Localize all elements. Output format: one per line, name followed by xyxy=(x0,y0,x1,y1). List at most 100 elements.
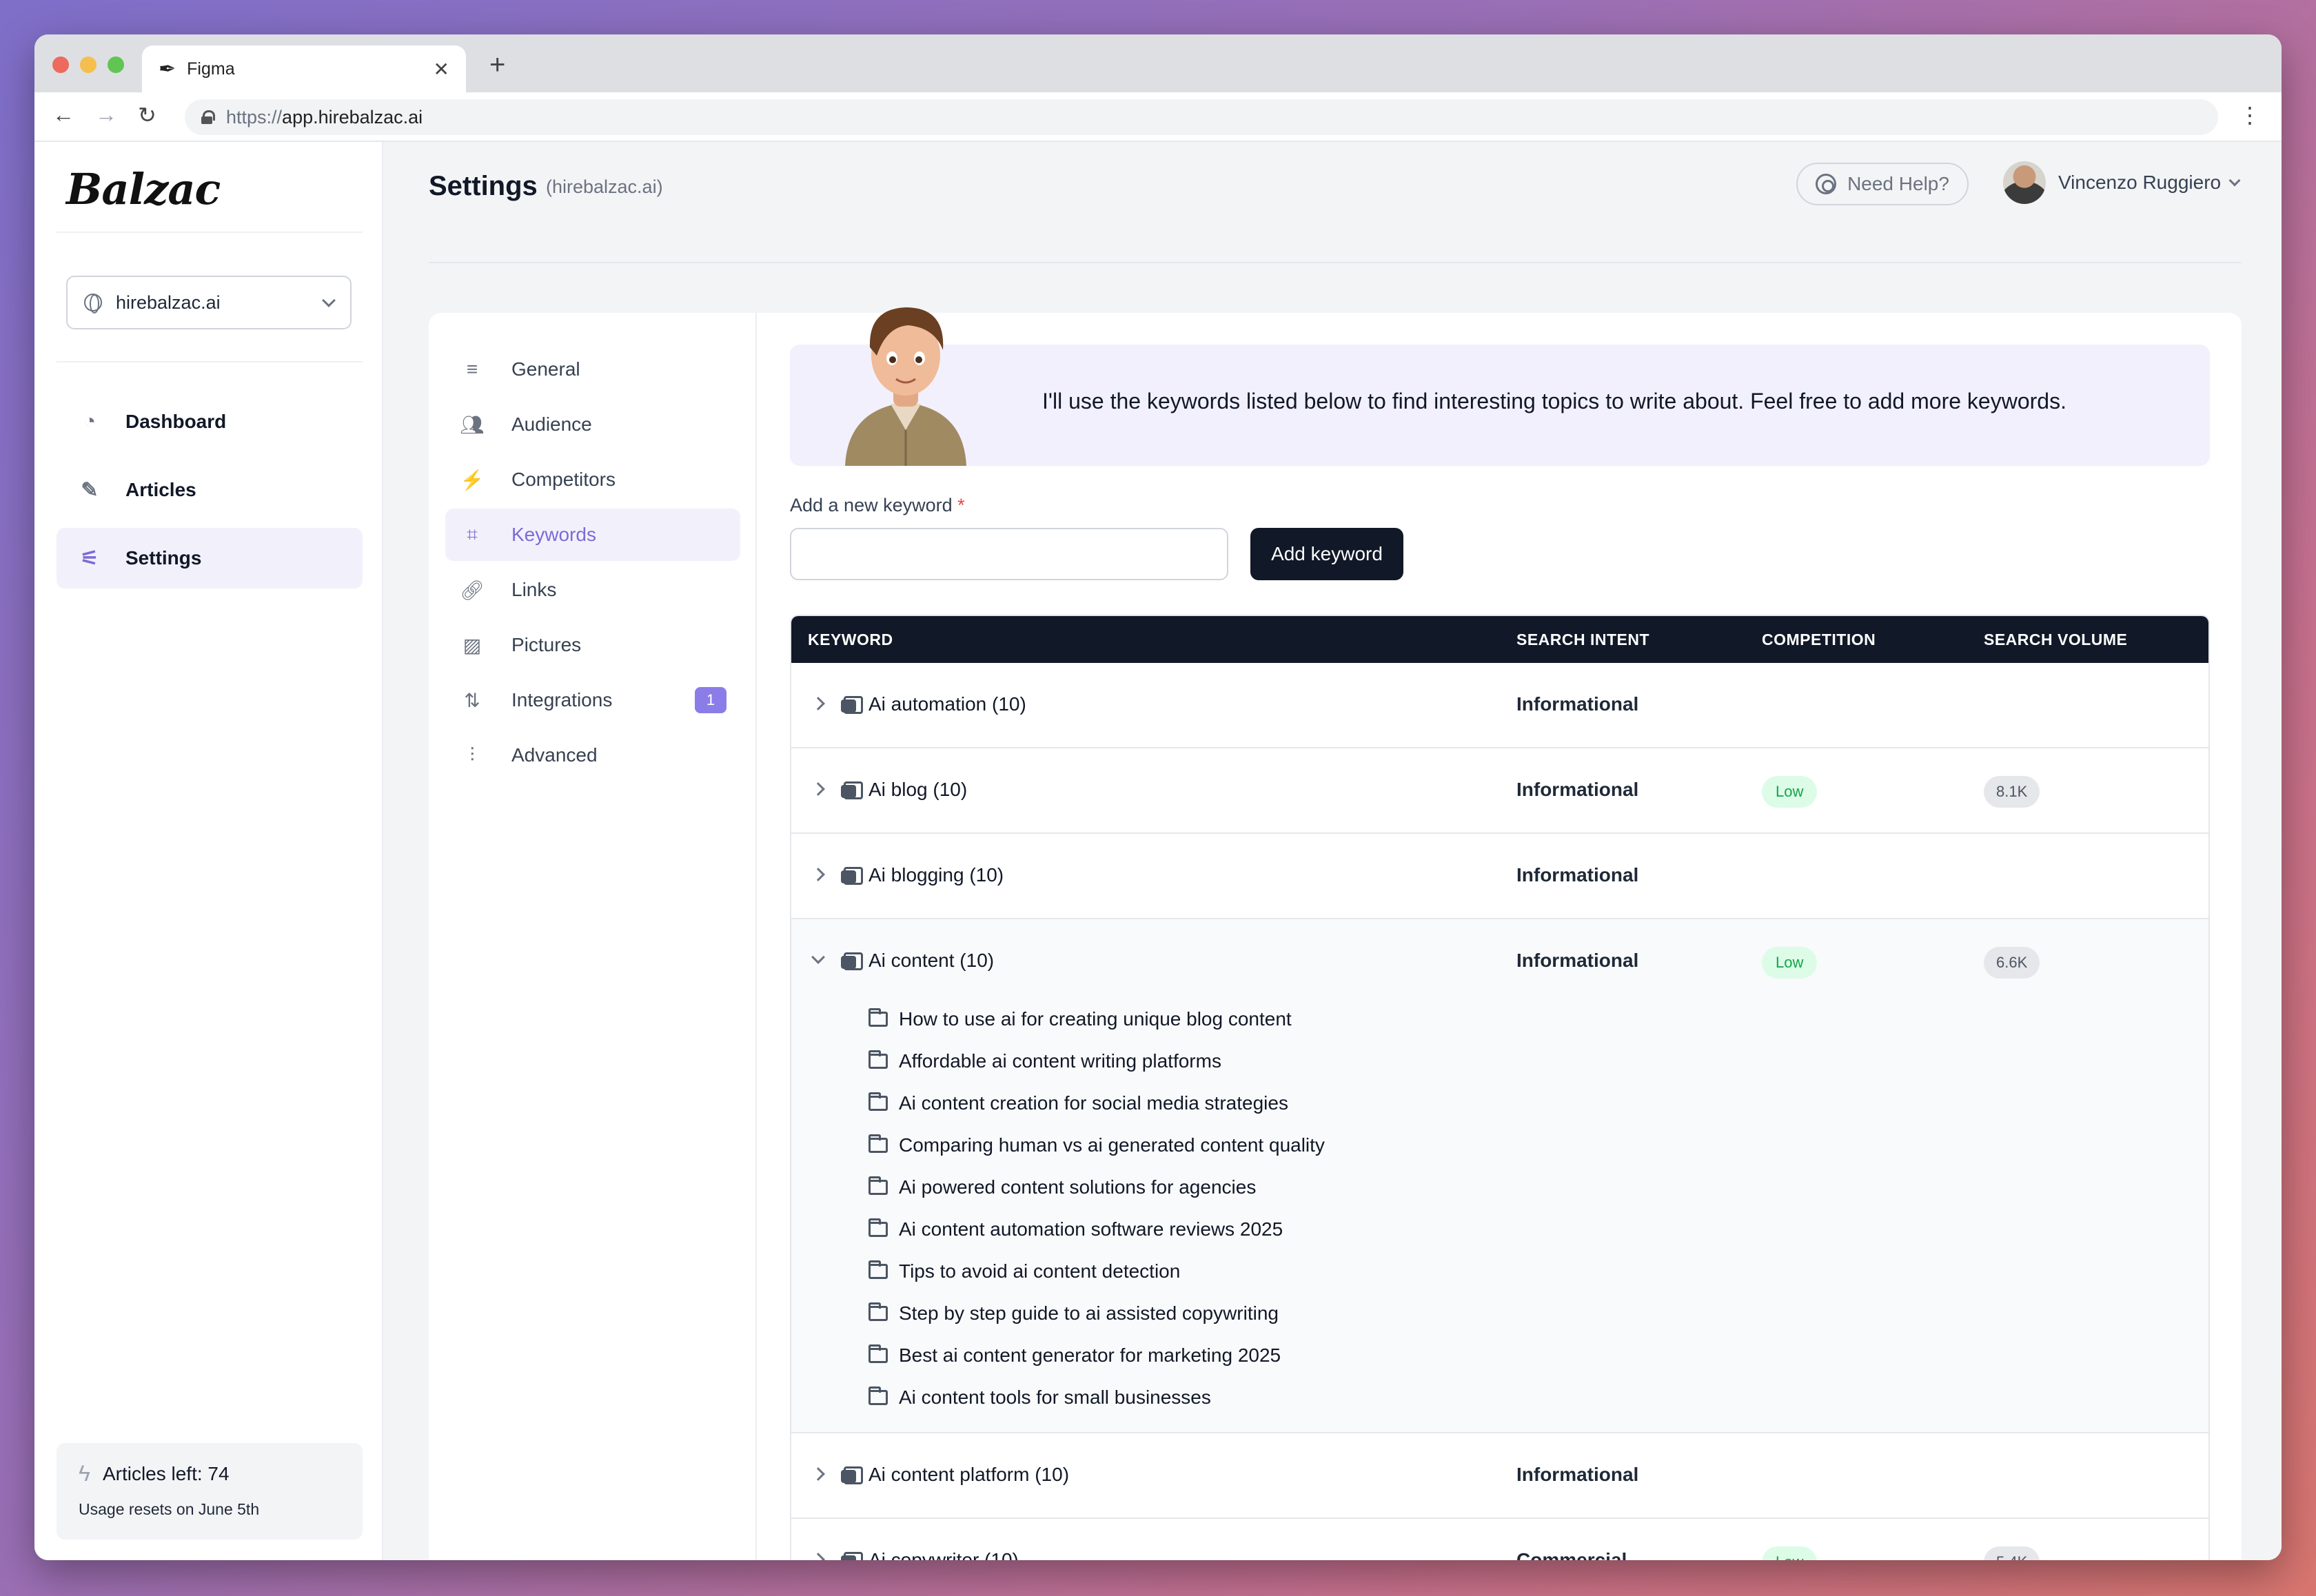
row-keyword: Ai blog (10) xyxy=(868,779,968,800)
close-window-button[interactable] xyxy=(52,57,69,73)
sidebar-item-settings[interactable]: ⚟ Settings xyxy=(57,528,363,589)
tab-pictures[interactable]: ▨ Pictures xyxy=(445,619,740,671)
competition-badge: Low xyxy=(1762,1546,1818,1560)
add-keyword-label: Add a new keyword * xyxy=(790,495,965,515)
keywords-panel: I'll use the keywords listed below to fi… xyxy=(757,307,2242,1560)
chevron-down-icon xyxy=(322,294,336,307)
minimize-window-button[interactable] xyxy=(80,57,96,73)
topic-item[interactable]: How to use ai for creating unique blog c… xyxy=(868,998,1325,1040)
topic-item[interactable]: Best ai content generator for marketing … xyxy=(868,1334,1325,1376)
sidebar-item-articles[interactable]: ✎ Articles xyxy=(57,460,363,520)
sidebar-item-label: Settings xyxy=(125,547,202,569)
topic-item[interactable]: Ai content automation software reviews 2… xyxy=(868,1208,1325,1250)
app: Balzac hirebalzac.ai ◔ Dashboard ✎ Artic… xyxy=(34,142,2282,1560)
page-title: Settings xyxy=(429,171,538,201)
competition-badge: Low xyxy=(1762,947,1818,979)
site-selector[interactable]: hirebalzac.ai xyxy=(66,276,352,329)
chevron-down-icon xyxy=(2228,174,2241,187)
browser-tab[interactable]: ✒ Figma ✕ xyxy=(142,45,466,92)
divider xyxy=(429,262,2242,263)
topic-item[interactable]: Tips to avoid ai content detection xyxy=(868,1250,1325,1292)
row-intent: Informational xyxy=(1516,864,1639,886)
browser-menu-icon[interactable]: ⋮ xyxy=(2239,102,2261,128)
row-intent: Informational xyxy=(1516,1464,1639,1485)
keyword-input[interactable] xyxy=(790,528,1228,580)
row-keyword: Ai automation (10) xyxy=(868,693,1026,715)
topic-item[interactable]: Ai powered content solutions for agencie… xyxy=(868,1166,1325,1208)
tab-integrations[interactable]: ⇅ Integrations 1 xyxy=(445,674,740,726)
settings-nav-label: General xyxy=(511,358,580,380)
tab-advanced[interactable]: ⫶ Advanced xyxy=(445,729,740,781)
sidebar: Balzac hirebalzac.ai ◔ Dashboard ✎ Artic… xyxy=(34,142,383,1560)
divider xyxy=(57,232,363,233)
usage-card: ϟ Articles left: 74 Usage resets on June… xyxy=(57,1443,363,1539)
topic-item[interactable]: Step by step guide to ai assisted copywr… xyxy=(868,1292,1325,1334)
column-header-intent[interactable]: SEARCH INTENT xyxy=(1516,631,1649,649)
table-row[interactable]: Ai automation (10) Informational xyxy=(791,663,2208,748)
settings-nav-label: Audience xyxy=(511,413,592,435)
sliders-vertical-icon: ⫶ xyxy=(469,744,475,766)
keywords-table: KEYWORD SEARCH INTENT COMPETITION SEARCH… xyxy=(790,615,2210,1560)
stack-icon xyxy=(841,781,863,799)
maximize-window-button[interactable] xyxy=(108,57,124,73)
row-keyword: Ai copywriter (10) xyxy=(868,1549,1019,1560)
address-bar: ← → ↻ https://app.hirebalzac.ai ⋮ xyxy=(34,92,2282,142)
settings-nav: ≡ General 👥︎ Audience ⚡ Competitors ⌗ Ke… xyxy=(429,313,757,1560)
table-row[interactable]: Ai blogging (10) Informational xyxy=(791,834,2208,919)
row-intent: Informational xyxy=(1516,693,1639,715)
gauge-icon: ◔ xyxy=(83,410,96,433)
sidebar-item-dashboard[interactable]: ◔ Dashboard xyxy=(57,391,363,452)
tab-general[interactable]: ≡ General xyxy=(445,343,740,396)
row-intent: Informational xyxy=(1516,779,1639,800)
tab-links[interactable]: 🔗︎ Links xyxy=(445,564,740,616)
settings-nav-label: Keywords xyxy=(511,524,596,545)
topic-item[interactable]: Comparing human vs ai generated content … xyxy=(868,1124,1325,1166)
chevron-right-icon[interactable] xyxy=(811,868,825,881)
back-icon[interactable]: ← xyxy=(52,102,74,127)
close-tab-icon[interactable]: ✕ xyxy=(434,58,449,81)
tab-keywords[interactable]: ⌗ Keywords xyxy=(445,509,740,561)
new-tab-button[interactable]: + xyxy=(489,50,505,81)
add-keyword-button[interactable]: Add keyword xyxy=(1250,528,1403,580)
forward-icon[interactable]: → xyxy=(95,102,117,127)
topic-item[interactable]: Ai content creation for social media str… xyxy=(868,1082,1325,1124)
stack-icon xyxy=(841,1466,863,1484)
table-row[interactable]: Ai blog (10) Informational Low 8.1K xyxy=(791,748,2208,834)
table-row-expanded[interactable]: Ai content (10) Informational Low 6.6K H… xyxy=(791,919,2208,1433)
banner-text: I'll use the keywords listed below to fi… xyxy=(1042,389,2066,413)
table-header: KEYWORD SEARCH INTENT COMPETITION SEARCH… xyxy=(791,616,2208,663)
articles-left: Articles left: 74 xyxy=(102,1462,230,1484)
folder-icon xyxy=(868,1260,888,1279)
logo[interactable]: Balzac xyxy=(66,164,221,214)
tab-audience[interactable]: 👥︎ Audience xyxy=(445,398,740,451)
table-row[interactable]: Ai copywriter (10) Commercial Low 5.4K xyxy=(791,1519,2208,1560)
chevron-right-icon[interactable] xyxy=(811,782,825,796)
folder-icon xyxy=(868,1302,888,1321)
column-header-competition[interactable]: COMPETITION xyxy=(1762,631,1876,649)
reload-icon[interactable]: ↻ xyxy=(138,102,156,128)
arrows-icon: ⇅ xyxy=(464,689,480,711)
folder-icon xyxy=(868,1092,888,1111)
chevron-right-icon[interactable] xyxy=(811,1553,825,1560)
tab-competitors[interactable]: ⚡ Competitors xyxy=(445,453,740,506)
table-row[interactable]: Ai content platform (10) Informational xyxy=(791,1433,2208,1519)
topic-item[interactable]: Affordable ai content writing platforms xyxy=(868,1040,1325,1082)
stack-icon xyxy=(841,1552,863,1560)
need-help-button[interactable]: Need Help? xyxy=(1796,163,1969,205)
volume-badge: 8.1K xyxy=(1984,776,2040,808)
folder-icon xyxy=(868,1134,888,1153)
column-header-volume[interactable]: SEARCH VOLUME xyxy=(1984,631,2127,649)
sidebar-item-label: Articles xyxy=(125,479,196,500)
topic-item[interactable]: Ai content tools for small businesses xyxy=(868,1376,1325,1418)
required-mark: * xyxy=(957,495,965,515)
chevron-down-icon[interactable] xyxy=(811,950,825,964)
feather-icon: ✎ xyxy=(81,478,99,502)
column-header-keyword[interactable]: KEYWORD xyxy=(808,631,893,649)
chevron-right-icon[interactable] xyxy=(811,1467,825,1481)
user-menu[interactable]: Vincenzo Ruggiero xyxy=(2003,161,2241,204)
url-text: https://app.hirebalzac.ai xyxy=(226,106,423,127)
link-icon: 🔗︎ xyxy=(460,579,485,601)
url-field[interactable]: https://app.hirebalzac.ai xyxy=(185,99,2218,135)
feather-icon: ✒ xyxy=(159,57,176,81)
chevron-right-icon[interactable] xyxy=(811,697,825,710)
